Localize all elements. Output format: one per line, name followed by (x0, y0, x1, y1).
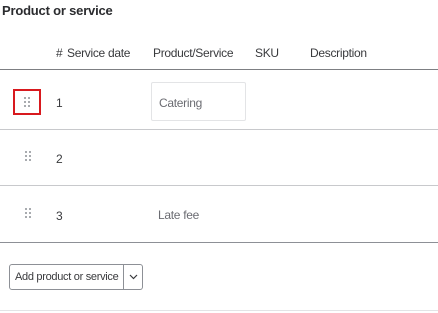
grip-dots (25, 151, 31, 161)
row-number: 2 (56, 152, 63, 166)
row-number: 3 (56, 209, 63, 223)
grip-dots (25, 208, 31, 218)
section-title: Product or service (2, 3, 113, 18)
column-header-sku: SKU (255, 46, 279, 60)
drag-grip-icon[interactable] (21, 147, 35, 165)
row-number: 1 (56, 96, 63, 110)
product-service-input[interactable]: Catering (151, 82, 246, 121)
grip-dots (24, 97, 30, 107)
add-product-split-button: Add product or service (9, 264, 144, 290)
table-row: 1 Catering (0, 74, 438, 130)
table-header: # Service date Product/Service SKU Descr… (0, 40, 438, 70)
product-or-service-section: Product or service # Service date Produc… (0, 0, 438, 313)
product-service-cell[interactable]: Late fee (158, 208, 199, 222)
chevron-down-icon (129, 274, 138, 280)
column-header-description: Description (310, 46, 367, 60)
table-row: 2 (0, 130, 438, 186)
add-product-or-service-button[interactable]: Add product or service (9, 264, 125, 290)
column-header-product-service: Product/Service (153, 46, 234, 60)
drag-grip-icon[interactable] (13, 89, 41, 115)
column-header-number: # (56, 46, 63, 60)
divider (0, 310, 438, 311)
drag-grip-icon[interactable] (21, 204, 35, 222)
column-header-service-date: Service date (67, 46, 131, 60)
add-options-dropdown-button[interactable] (124, 264, 144, 290)
table-row: 3 Late fee (0, 187, 438, 243)
